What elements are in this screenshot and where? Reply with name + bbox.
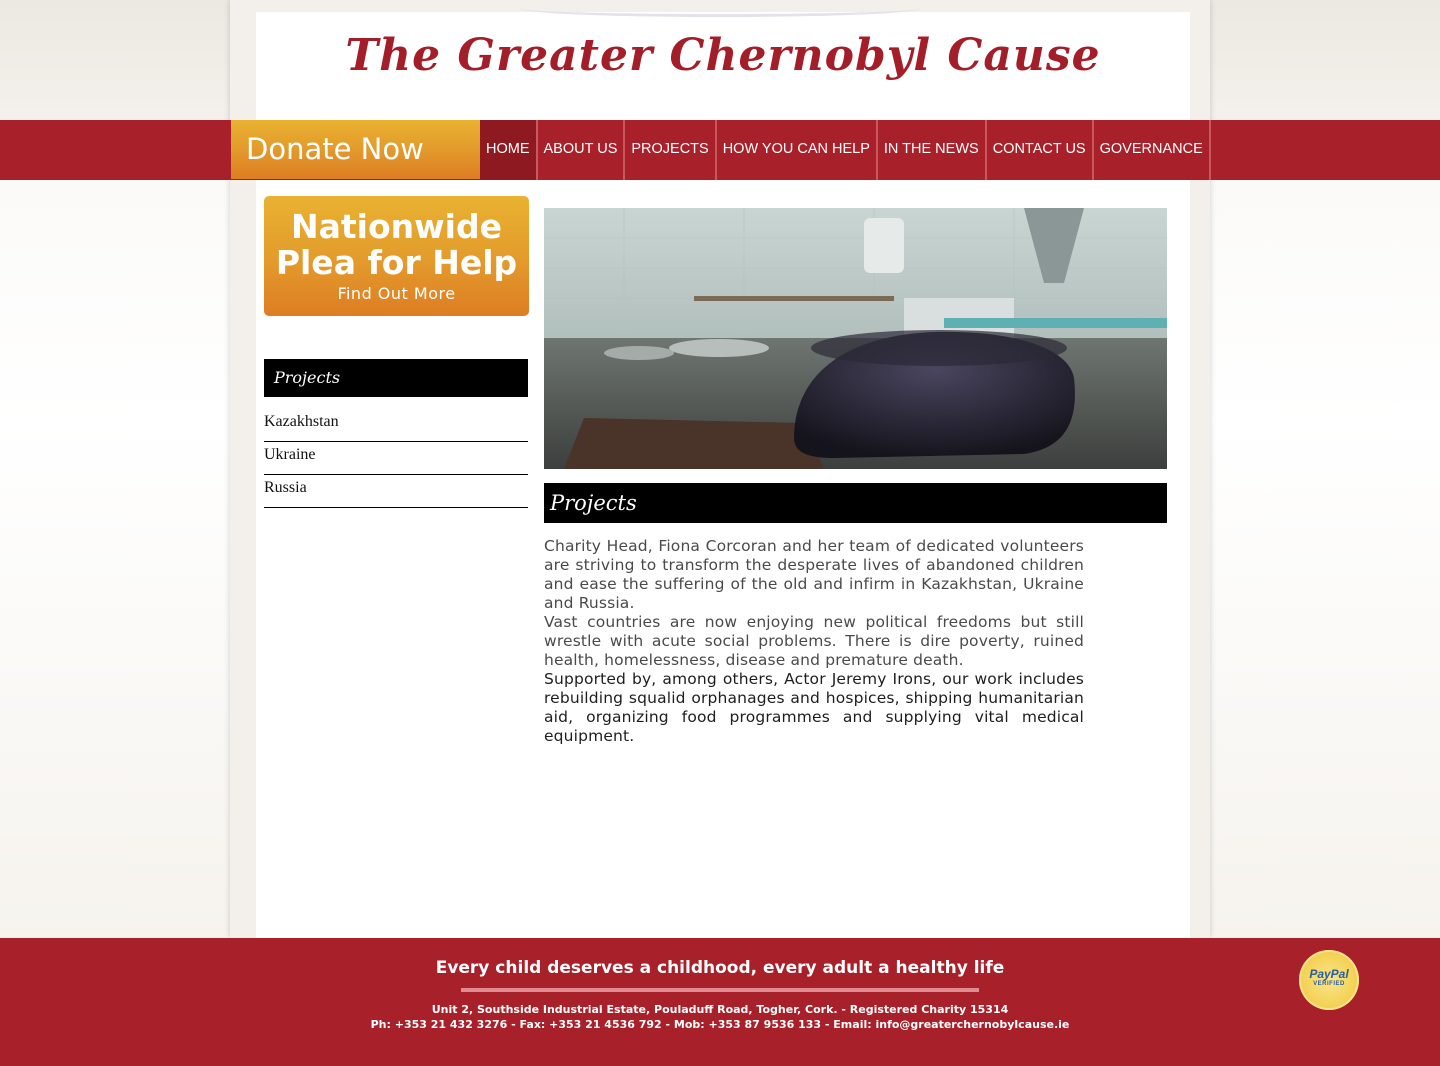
nav-item-how-you-can-help[interactable]: HOW YOU CAN HELP <box>717 120 878 180</box>
content-paragraph: Supported by, among others, Actor Jeremy… <box>544 670 1084 745</box>
footer: Every child deserves a childhood, every … <box>0 938 1440 1066</box>
hero-photo-kitchen-pan <box>544 208 1167 469</box>
paypal-verified-icon[interactable]: PayPal VERIFIED <box>1299 950 1359 1010</box>
paypal-verified-text: VERIFIED <box>1313 981 1345 987</box>
content-paragraph: Charity Head, Fiona Corcoran and her tea… <box>544 537 1084 612</box>
sidebar-link-kazakhstan[interactable]: Kazakhstan <box>264 410 528 442</box>
nav-item-contact-us[interactable]: CONTACT US <box>987 120 1094 180</box>
footer-tagline: Every child deserves a childhood, every … <box>435 958 1005 978</box>
footer-address: Unit 2, Southside Industrial Estate, Pou… <box>431 1003 1009 1016</box>
nav-item-projects[interactable]: PROJECTS <box>625 120 717 180</box>
plea-for-help-banner[interactable]: Nationwide Plea for Help Find Out More <box>264 196 529 316</box>
plea-banner-title-line2: Plea for Help <box>275 243 518 282</box>
nav-item-in-the-news[interactable]: IN THE NEWS <box>878 120 987 180</box>
plea-banner-title: Nationwide Plea for Help <box>264 209 529 281</box>
sidebar-link-russia[interactable]: Russia <box>264 476 528 508</box>
paypal-brand-text: PayPal <box>1309 967 1349 981</box>
nav-item-governance[interactable]: GOVERNANCE <box>1094 120 1211 180</box>
footer-divider <box>461 988 979 992</box>
nav-item-about-us[interactable]: ABOUT US <box>538 120 626 180</box>
main-nav: HOME ABOUT US PROJECTS HOW YOU CAN HELP … <box>480 120 1211 180</box>
plea-banner-title-line1: Nationwide <box>291 207 502 246</box>
donate-now-button[interactable]: Donate Now <box>231 120 480 179</box>
content-paragraph: Vast countries are now enjoying new poli… <box>544 613 1084 669</box>
sidebar-link-ukraine[interactable]: Ukraine <box>264 443 528 475</box>
footer-contact: Ph: +353 21 432 3276 - Fax: +353 21 4536… <box>370 1018 1070 1031</box>
site-title[interactable]: The Greater Chernobyl Cause <box>256 30 1190 81</box>
sidebar-heading: Projects <box>264 359 528 397</box>
nav-item-home[interactable]: HOME <box>480 120 538 180</box>
header-decoration <box>520 0 920 17</box>
find-out-more-link[interactable]: Find Out More <box>264 284 529 303</box>
content-body: Charity Head, Fiona Corcoran and her tea… <box>544 537 1084 746</box>
sidebar-project-links: Kazakhstan Ukraine Russia <box>264 410 528 509</box>
content-heading: Projects <box>544 483 1167 523</box>
